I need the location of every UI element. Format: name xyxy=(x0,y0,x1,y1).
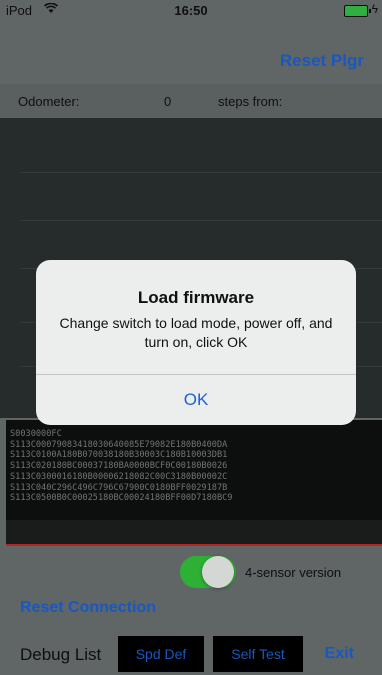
dialog-title: Load firmware xyxy=(137,288,255,307)
ok-button[interactable]: OK xyxy=(36,375,356,425)
load-firmware-dialog: Load firmware Change switch to load mode… xyxy=(36,260,356,425)
dialog-message: Change switch to load mode, power off, a… xyxy=(59,315,333,350)
